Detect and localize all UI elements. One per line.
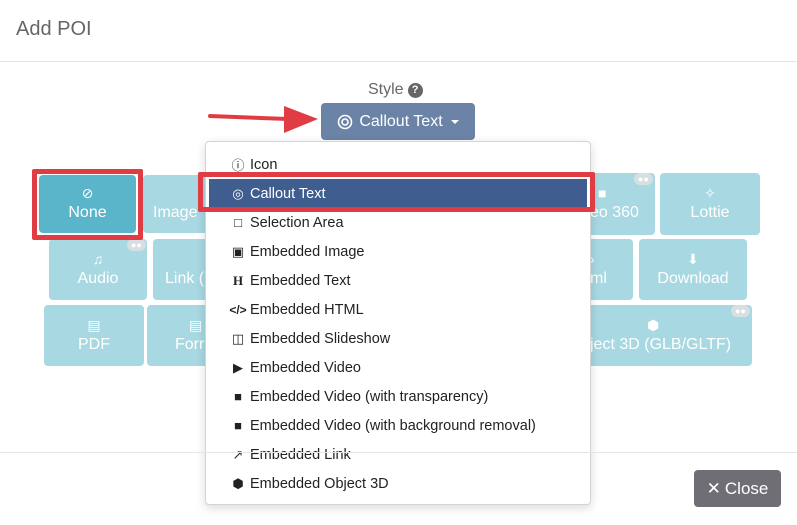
form-icon: ▤ <box>189 316 203 333</box>
tile-label: ject 3D (GLB/GLTF) <box>590 335 732 353</box>
video-icon: ■ <box>598 185 607 201</box>
annotation-highlight-none <box>32 169 143 240</box>
dropdown-item-embedded-image[interactable]: ▣ Embedded Image <box>206 237 590 266</box>
caret-down-icon <box>450 119 459 124</box>
tile-label: Download <box>657 269 729 287</box>
dropdown-item-label: Selection Area <box>250 214 344 231</box>
annotation-highlight-callout <box>198 172 595 212</box>
dialog-title: Add POI <box>16 18 92 40</box>
vr-badge-icon: ●● <box>127 239 146 251</box>
style-label-text: Style <box>368 81 404 98</box>
dropdown-item-label: Embedded Video <box>250 359 361 376</box>
dropdown-item-label: Embedded HTML <box>250 301 364 318</box>
vr-badge-icon: ●● <box>634 173 653 185</box>
dialog-header: Add POI <box>0 0 797 62</box>
vr-badge-icon: ●● <box>731 305 750 317</box>
dropdown-item-label: Embedded Video (with background removal) <box>250 417 536 434</box>
tile-label: Link ( <box>165 269 205 287</box>
style-dropdown-button[interactable]: Callout Text <box>321 103 475 140</box>
music-icon: ♫ <box>92 250 104 267</box>
tile-label: Image <box>153 204 198 221</box>
code-icon: </> <box>229 302 247 317</box>
style-label: Style ? <box>368 81 423 99</box>
tile-html[interactable]: › ml <box>585 239 633 300</box>
close-button[interactable]: ✕ Close <box>694 470 781 507</box>
square-icon: □ <box>234 215 242 230</box>
youtube-icon: ▶ <box>233 359 243 375</box>
cube-icon: ⬢ <box>647 316 660 333</box>
close-icon: ✕ <box>706 478 721 498</box>
dropdown-item-label: Embedded Video (with transparency) <box>250 388 489 405</box>
close-button-label: Close <box>724 478 769 498</box>
bullseye-icon <box>338 114 353 129</box>
dropdown-item-embedded-slideshow[interactable]: ◫ Embedded Slideshow <box>206 324 590 353</box>
heading-icon: H <box>232 272 244 288</box>
tile-form[interactable]: ▤ Forr <box>147 305 213 366</box>
dropdown-item-embedded-video[interactable]: ▶ Embedded Video <box>206 353 590 382</box>
annotation-arrow <box>208 106 318 133</box>
tile-pdf[interactable]: ▤ PDF <box>44 305 144 366</box>
question-circle-icon[interactable]: ? <box>407 82 423 98</box>
dialog-footer <box>0 452 797 525</box>
dropdown-item-embedded-video-transparency[interactable]: ■ Embedded Video (with transparency) <box>206 382 590 411</box>
tile-link[interactable]: ∞ Link ( <box>153 239 213 300</box>
tile-label: Lottie <box>690 204 730 221</box>
tile-label: Forr <box>175 335 205 353</box>
style-selected-label: Callout Text <box>359 112 443 130</box>
video-icon: ■ <box>234 418 242 433</box>
dropdown-item-label: Embedded Text <box>250 272 351 289</box>
image-icon: ▣ <box>231 243 245 259</box>
download-icon: ⬇ <box>687 250 699 267</box>
dropdown-item-label: Embedded Slideshow <box>250 330 391 347</box>
dropdown-item-embedded-video-bg-removal[interactable]: ■ Embedded Video (with background remova… <box>206 411 590 440</box>
pdf-icon: ▤ <box>87 316 101 333</box>
tile-lottie[interactable]: ✧ Lottie <box>660 173 760 235</box>
dropdown-item-selection-area[interactable]: □ Selection Area <box>206 208 590 237</box>
lottie-icon: ✧ <box>704 185 716 201</box>
dropdown-item-embedded-text[interactable]: H Embedded Text <box>206 266 590 295</box>
dropdown-item-label: Icon <box>250 156 278 173</box>
dropdown-item-embedded-html[interactable]: </> Embedded HTML <box>206 295 590 324</box>
tile-object-3d[interactable]: ⬢ ject 3D (GLB/GLTF) <box>585 305 752 366</box>
dropdown-item-label: Embedded Image <box>250 243 365 260</box>
tile-label: Audio <box>77 269 119 287</box>
tile-download[interactable]: ⬇ Download <box>639 239 747 300</box>
tile-label: PDF <box>78 335 110 353</box>
images-icon: ◫ <box>231 330 245 346</box>
video-icon: ■ <box>234 389 242 404</box>
tile-label: ml <box>590 269 607 287</box>
tile-label: eo 360 <box>590 204 639 221</box>
